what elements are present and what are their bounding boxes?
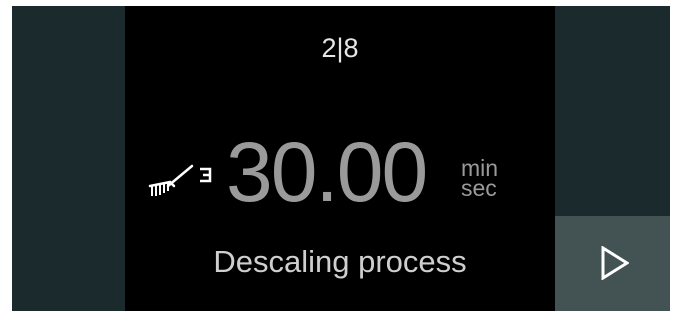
timer-units: min sec — [461, 157, 498, 201]
next-button[interactable] — [555, 216, 670, 311]
step-indicator: 2|8 — [321, 33, 359, 63]
timer-value: 30.00 — [226, 125, 428, 219]
device-screen: 2|8 30.00 min sec Descaling process — [12, 6, 670, 311]
left-side-panel — [12, 6, 125, 311]
right-side-panel — [555, 6, 670, 216]
unit-seconds: sec — [461, 175, 497, 201]
process-label: Descaling process — [213, 244, 467, 279]
brush-icon — [146, 162, 216, 205]
play-arrow-icon — [601, 246, 629, 280]
